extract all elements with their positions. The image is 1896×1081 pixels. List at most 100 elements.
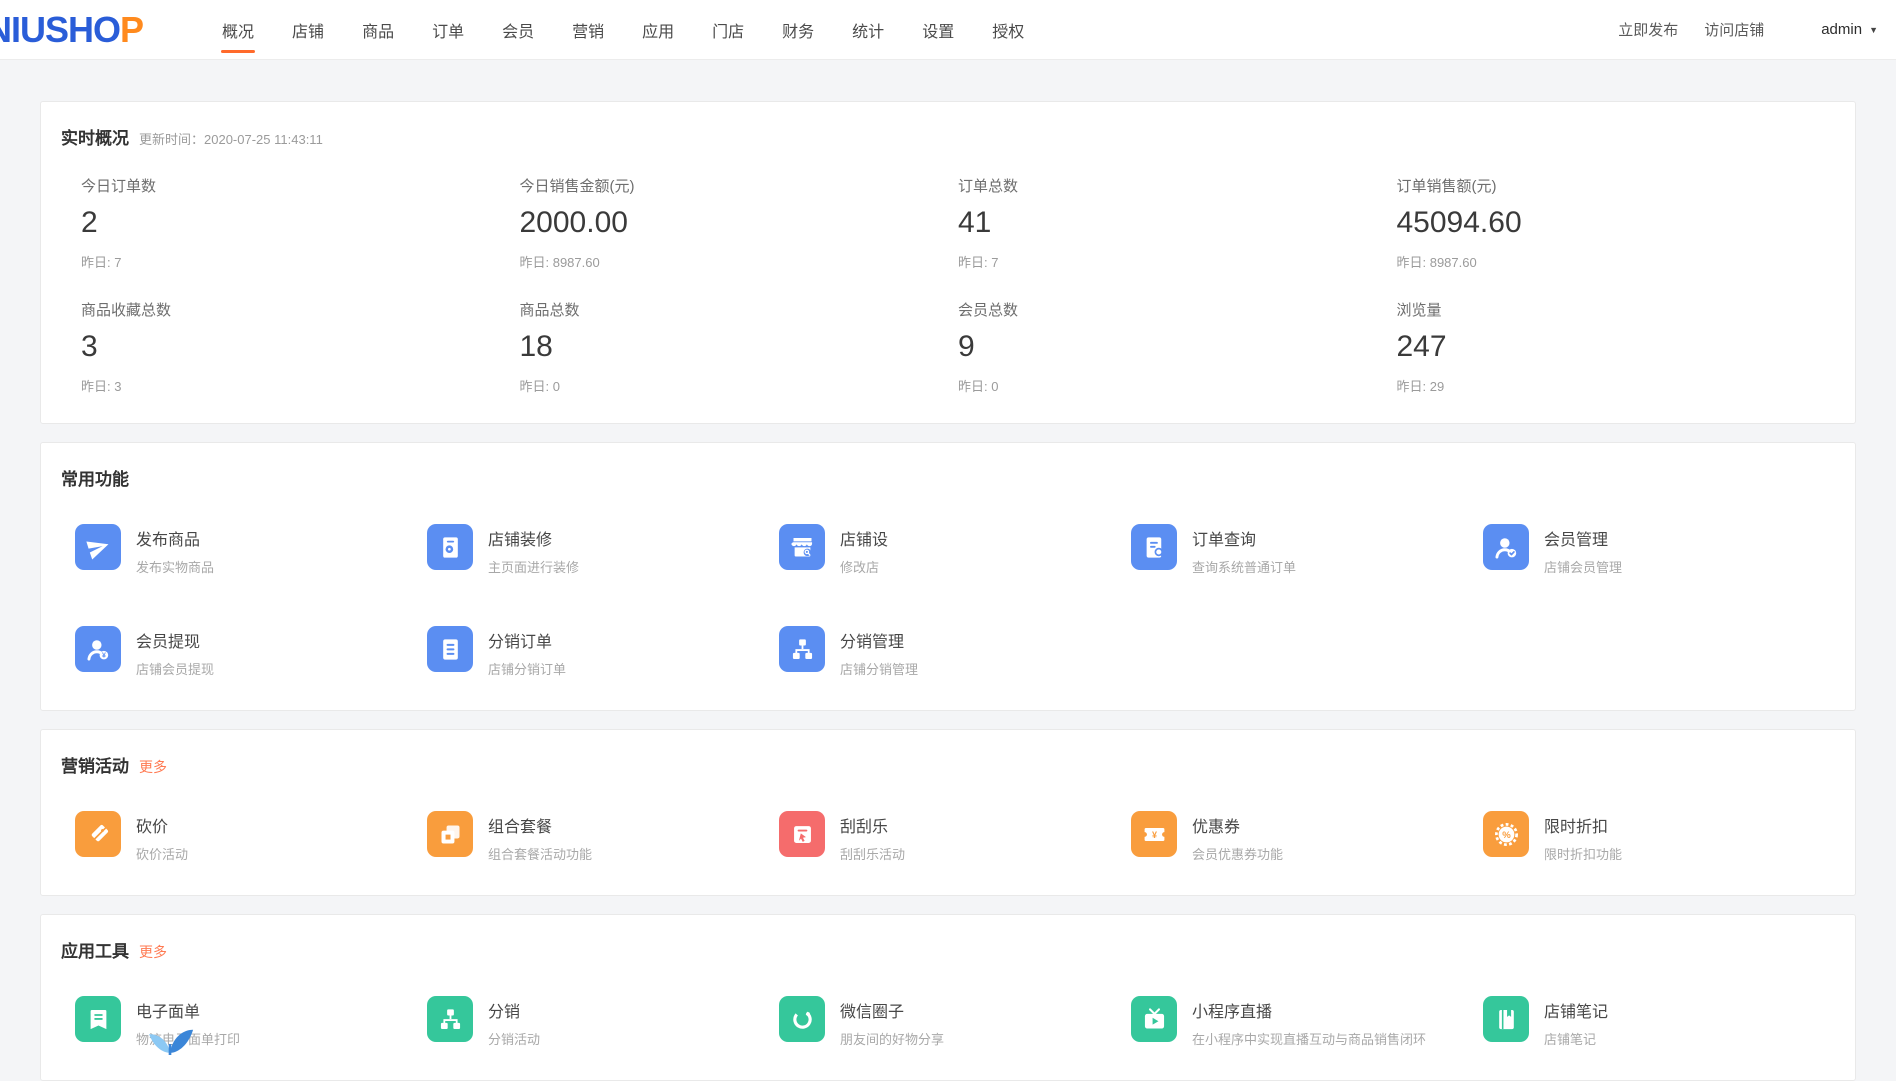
feature-item[interactable]: 店铺设 修改店 xyxy=(779,524,1131,576)
feature-subtitle: 发布实物商品 xyxy=(136,557,214,576)
feature-item[interactable]: ¥ 会员提现 店铺会员提现 xyxy=(75,626,427,678)
tools-more-link[interactable]: 更多 xyxy=(139,942,167,962)
feature-subtitle: 店铺笔记 xyxy=(1544,1029,1608,1048)
member-manage-icon xyxy=(1483,524,1529,570)
stat-value: 2 xyxy=(81,206,520,240)
main-nav: 概况 店铺 商品 订单 会员 营销 应用 门店 财务 统计 设置 授权 xyxy=(203,0,1043,60)
publish-now-link[interactable]: 立即发布 xyxy=(1605,19,1691,40)
feature-title: 发布商品 xyxy=(136,526,214,550)
app-tools-panel: 应用工具 更多 电子面单 物流电子面单打印 分销 分销活动 xyxy=(40,914,1856,1081)
feature-item[interactable]: 店铺笔记 店铺笔记 xyxy=(1483,996,1835,1048)
stat-value: 247 xyxy=(1397,330,1836,364)
feature-subtitle: 组合套餐活动功能 xyxy=(488,844,592,863)
feature-item[interactable]: 刮刮乐 刮刮乐活动 xyxy=(779,811,1131,863)
nav-item[interactable]: 设置 xyxy=(903,0,973,60)
visit-shop-link[interactable]: 访问店铺 xyxy=(1691,19,1777,40)
marketing-more-link[interactable]: 更多 xyxy=(139,757,167,777)
storefront-icon xyxy=(779,524,825,570)
stat-card: 商品收藏总数 3 昨日: 3 xyxy=(81,287,520,395)
feature-subtitle: 店铺会员提现 xyxy=(136,659,214,678)
nav-item[interactable]: 店铺 xyxy=(273,0,343,60)
feature-item[interactable]: 分销 分销活动 xyxy=(427,996,779,1048)
feature-subtitle: 刮刮乐活动 xyxy=(840,844,905,863)
feature-item[interactable]: 分销管理 店铺分销管理 xyxy=(779,626,1131,678)
feature-item[interactable]: 电子面单 物流电子面单打印 xyxy=(75,996,427,1048)
feature-subtitle: 店铺分销管理 xyxy=(840,659,918,678)
feature-item[interactable]: ¥ 优惠券 会员优惠券功能 xyxy=(1131,811,1483,863)
feature-subtitle: 限时折扣功能 xyxy=(1544,844,1622,863)
feature-item[interactable]: 订单查询 查询系统普通订单 xyxy=(1131,524,1483,576)
stat-yesterday: 昨日: 29 xyxy=(1397,376,1836,395)
feature-title: 订单查询 xyxy=(1192,526,1296,550)
feature-item[interactable]: % 限时折扣 限时折扣功能 xyxy=(1483,811,1835,863)
stat-label: 商品收藏总数 xyxy=(81,299,520,320)
member-withdraw-icon: ¥ xyxy=(75,626,121,672)
stat-value: 18 xyxy=(520,330,959,364)
feature-item[interactable]: 砍价 砍价活动 xyxy=(75,811,427,863)
feature-item[interactable]: 组合套餐 组合套餐活动功能 xyxy=(427,811,779,863)
stat-label: 浏览量 xyxy=(1397,299,1836,320)
feature-item[interactable]: 分销订单 店铺分销订单 xyxy=(427,626,779,678)
nav-item[interactable]: 商品 xyxy=(343,0,413,60)
stat-card: 今日订单数 2 昨日: 7 xyxy=(81,163,520,271)
feature-title: 砍价 xyxy=(136,813,188,837)
nav-item[interactable]: 会员 xyxy=(483,0,553,60)
caret-down-icon: ▼ xyxy=(1869,25,1878,35)
feature-subtitle: 在小程序中实现直播互动与商品销售闭环 xyxy=(1192,1029,1426,1048)
nav-item[interactable]: 营销 xyxy=(553,0,623,60)
stats-grid: 今日订单数 2 昨日: 7 今日销售金额(元) 2000.00 昨日: 8987… xyxy=(61,163,1835,395)
waybill-icon xyxy=(75,996,121,1042)
stat-yesterday: 昨日: 7 xyxy=(958,252,1397,271)
page-decorate-icon xyxy=(427,524,473,570)
topbar-right: 立即发布 访问店铺 admin ▼ xyxy=(1605,19,1878,40)
feature-title: 分销 xyxy=(488,998,540,1022)
feature-item[interactable]: 发布商品 发布实物商品 xyxy=(75,524,427,576)
stat-label: 今日订单数 xyxy=(81,175,520,196)
feature-item[interactable]: 微信圈子 朋友间的好物分享 xyxy=(779,996,1131,1048)
feature-item[interactable]: 小程序直播 在小程序中实现直播互动与商品销售闭环 xyxy=(1131,996,1483,1048)
stat-yesterday: 昨日: 0 xyxy=(520,376,959,395)
stat-card: 订单总数 41 昨日: 7 xyxy=(958,163,1397,271)
feature-title: 微信圈子 xyxy=(840,998,944,1022)
notebook-icon xyxy=(1483,996,1529,1042)
marketing-title: 营销活动 xyxy=(61,752,129,777)
feature-item[interactable]: 店铺装修 主页面进行装修 xyxy=(427,524,779,576)
tools-grid: 电子面单 物流电子面单打印 分销 分销活动 微信圈子 朋友间的好物分享 xyxy=(75,996,1835,1048)
nav-item[interactable]: 财务 xyxy=(763,0,833,60)
nav-item[interactable]: 订单 xyxy=(413,0,483,60)
feature-title: 分销订单 xyxy=(488,628,566,652)
feature-title: 会员管理 xyxy=(1544,526,1622,550)
feature-title: 小程序直播 xyxy=(1192,998,1426,1022)
discount-badge-icon: % xyxy=(1483,811,1529,857)
marketing-head: 营销活动 更多 xyxy=(61,752,1835,777)
common-functions-title: 常用功能 xyxy=(61,465,129,490)
stat-card: 浏览量 247 昨日: 29 xyxy=(1397,287,1836,395)
admin-user-menu[interactable]: admin ▼ xyxy=(1821,21,1878,38)
feature-subtitle: 店铺会员管理 xyxy=(1544,557,1622,576)
logo-text-blue: NIUSHO xyxy=(0,9,120,50)
stat-card: 订单销售额(元) 45094.60 昨日: 8987.60 xyxy=(1397,163,1836,271)
nav-item[interactable]: 授权 xyxy=(973,0,1043,60)
marketing-grid: 砍价 砍价活动 组合套餐 组合套餐活动功能 刮刮乐 刮刮乐活动 xyxy=(75,811,1835,863)
marketing-activities-panel: 营销活动 更多 砍价 砍价活动 组合套餐 组合套餐活动功能 xyxy=(40,729,1856,896)
feature-title: 优惠券 xyxy=(1192,813,1283,837)
feature-subtitle: 会员优惠券功能 xyxy=(1192,844,1283,863)
stat-label: 商品总数 xyxy=(520,299,959,320)
stat-yesterday: 昨日: 8987.60 xyxy=(1397,252,1836,271)
nav-item[interactable]: 概况 xyxy=(203,0,273,60)
sitemap-icon xyxy=(427,996,473,1042)
doc-lines-icon xyxy=(427,626,473,672)
niushop-logo[interactable]: NIUSHOP xyxy=(0,9,143,51)
overview-title: 实时概况 xyxy=(61,124,129,149)
overview-head: 实时概况 更新时间：2020-07-25 11:43:11 xyxy=(61,124,1835,149)
logo-text-orange: P xyxy=(120,9,143,50)
feature-item[interactable]: 会员管理 店铺会员管理 xyxy=(1483,524,1835,576)
nav-item[interactable]: 门店 xyxy=(693,0,763,60)
nav-item[interactable]: 应用 xyxy=(623,0,693,60)
svg-text:¥: ¥ xyxy=(101,652,105,659)
scratch-card-icon xyxy=(779,811,825,857)
stat-card: 商品总数 18 昨日: 0 xyxy=(520,287,959,395)
nav-item[interactable]: 统计 xyxy=(833,0,903,60)
common-functions-head: 常用功能 xyxy=(61,465,1835,490)
tools-title: 应用工具 xyxy=(61,937,129,962)
